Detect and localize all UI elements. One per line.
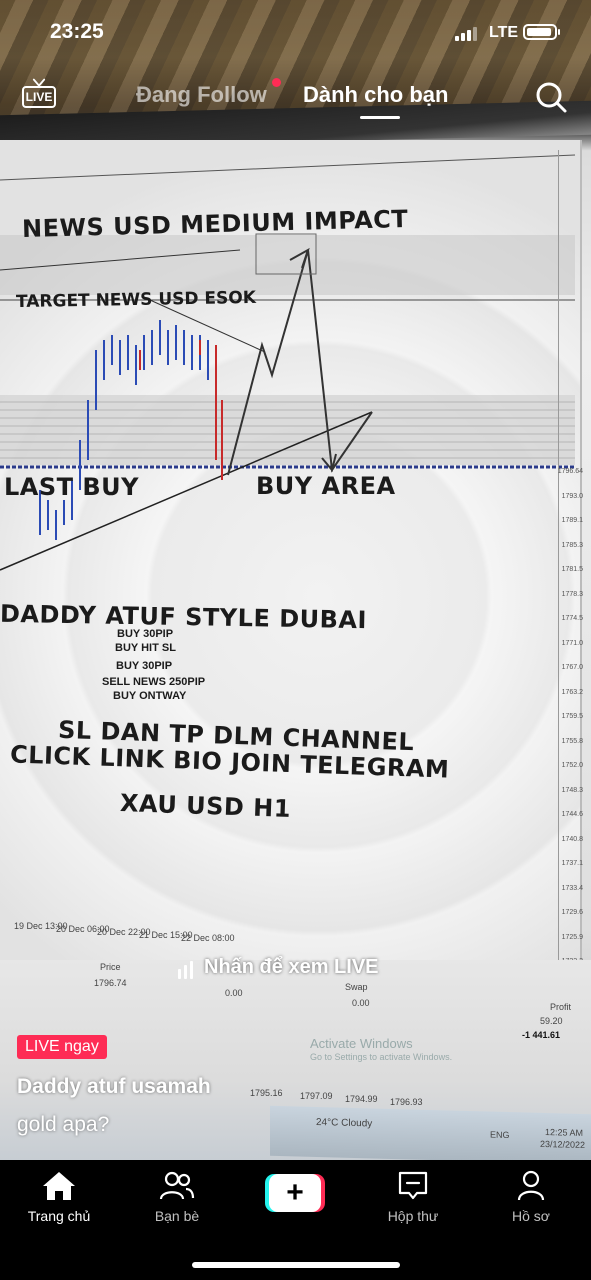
nav-inbox[interactable]: Hộp thư <box>368 1170 458 1224</box>
trade-line-3: BUY 30PIP <box>116 660 173 672</box>
notification-dot <box>272 78 281 87</box>
nav-home[interactable]: Trang chủ <box>14 1170 104 1224</box>
price-tick: 1785.3 <box>561 541 583 549</box>
nav-friends-label: Bạn bè <box>154 1208 200 1224</box>
trade-line-5: BUY ONTWAY <box>113 690 187 702</box>
price-tick: 1752.0 <box>561 762 583 769</box>
creator-name[interactable]: Daddy atuf usamah <box>17 1075 211 1099</box>
price-tick: 1740.8 <box>561 835 583 843</box>
nav-friends[interactable]: Bạn bè <box>132 1170 222 1224</box>
status-price: 1794.99 <box>345 1094 378 1104</box>
price-header: Price <box>100 962 121 972</box>
live-now-badge[interactable]: LIVE ngay <box>17 1035 107 1059</box>
live-label: LIVE <box>22 86 56 108</box>
weather-text: 24°C Cloudy <box>316 1117 373 1130</box>
status-time: 23:25 <box>50 20 104 43</box>
price-value: 1796.74 <box>94 978 127 988</box>
x-tick: 22 Dec 08:00 <box>181 933 235 943</box>
create-button[interactable]: + <box>265 1174 325 1212</box>
activate-windows-subtext: Go to Settings to activate Windows. <box>310 1052 453 1062</box>
status-bar: 23:25 LTE <box>0 0 591 64</box>
activate-windows-text: Activate Windows <box>310 1036 413 1051</box>
clock-text: 12:25 AM <box>545 1126 584 1138</box>
plus-icon: + <box>269 1174 321 1212</box>
swap-header: Swap <box>345 982 368 992</box>
windows-taskbar: 24°C Cloudy ENG 12:25 AM 23/12/2022 <box>270 1105 591 1160</box>
live-icon[interactable]: LIVE <box>22 78 58 110</box>
friends-icon <box>159 1171 195 1200</box>
price-tick: 1763.2 <box>561 688 583 696</box>
profit-value: -1 441.61 <box>522 1030 561 1040</box>
video-caption: gold apa? <box>17 1113 110 1136</box>
price-tick: 1796.64 <box>557 468 583 475</box>
trade-line-1: BUY 30PIP <box>117 628 174 640</box>
top-nav: LIVE Đang Follow Dành cho bạn <box>0 70 591 120</box>
watch-live-label: Nhấn để xem LIVE <box>204 956 379 978</box>
price-tick: 1774.5 <box>561 615 583 622</box>
signal-icon <box>455 27 479 41</box>
language-text: ENG <box>490 1129 510 1141</box>
trade-line-4: SELL NEWS 250PIP <box>102 676 206 688</box>
price-tick: 1725.9 <box>561 933 583 941</box>
search-icon[interactable] <box>534 80 568 114</box>
zero-value: 0.00 <box>352 998 370 1008</box>
price-tick: 1781.5 <box>561 566 583 573</box>
last-buy-text: LAST BUY <box>4 473 140 501</box>
price-tick: 1737.1 <box>561 860 583 867</box>
price-tick: 1778.3 <box>561 590 583 598</box>
tab-for-you[interactable]: Dành cho bạn <box>303 82 448 108</box>
nav-profile-label: Hồ sơ <box>512 1208 550 1224</box>
tab-following[interactable]: Đang Follow <box>136 82 267 108</box>
date-text: 23/12/2022 <box>540 1138 586 1151</box>
profile-icon <box>517 1170 545 1201</box>
live-bars-icon <box>178 956 196 980</box>
inbox-icon <box>398 1171 428 1200</box>
nav-home-label: Trang chủ <box>27 1208 91 1224</box>
price-tick: 1789.1 <box>561 517 583 524</box>
nav-inbox-label: Hộp thư <box>387 1208 439 1224</box>
price-scale: 1796.64 1793.0 1789.1 1785.3 1781.5 1778.3 177… <box>558 150 583 970</box>
home-icon <box>43 1172 75 1200</box>
trade-line-2: BUY HIT SL <box>115 642 176 654</box>
zero-value: 0.00 <box>225 988 243 998</box>
profit-value: 59.20 <box>540 1016 563 1026</box>
nav-profile[interactable]: Hồ sơ <box>486 1170 576 1224</box>
price-tick: 1748.3 <box>561 786 583 794</box>
buy-area-text: BUY AREA <box>256 472 396 500</box>
price-chart <box>0 154 576 571</box>
target-text: TARGET NEWS USD ESOK <box>15 287 257 313</box>
profit-header: Profit <box>550 1002 572 1012</box>
watch-live-prompt[interactable]: Nhấn để xem LIVE <box>178 956 379 980</box>
home-indicator <box>192 1262 400 1268</box>
price-tick: 1767.0 <box>561 664 583 671</box>
video-player[interactable]: 1796.64 1793.0 1789.1 1785.3 1781.5 1778.3 177… <box>0 0 591 1160</box>
price-tick: 1755.8 <box>561 737 583 745</box>
battery-icon <box>523 24 560 40</box>
price-tick: 1759.5 <box>561 713 583 720</box>
price-tick: 1729.6 <box>561 909 583 916</box>
status-price: 1796.93 <box>390 1097 423 1107</box>
price-tick: 1793.0 <box>561 492 583 500</box>
status-price: 1797.09 <box>300 1091 333 1101</box>
network-type: LTE <box>489 24 519 41</box>
price-tick: 1744.6 <box>561 811 583 818</box>
price-tick: 1733.4 <box>561 884 583 892</box>
price-tick: 1771.0 <box>561 639 583 647</box>
symbol-text: XAU USD H1 <box>119 789 292 823</box>
status-price: 1795.16 <box>250 1088 283 1098</box>
active-tab-indicator <box>360 116 400 119</box>
